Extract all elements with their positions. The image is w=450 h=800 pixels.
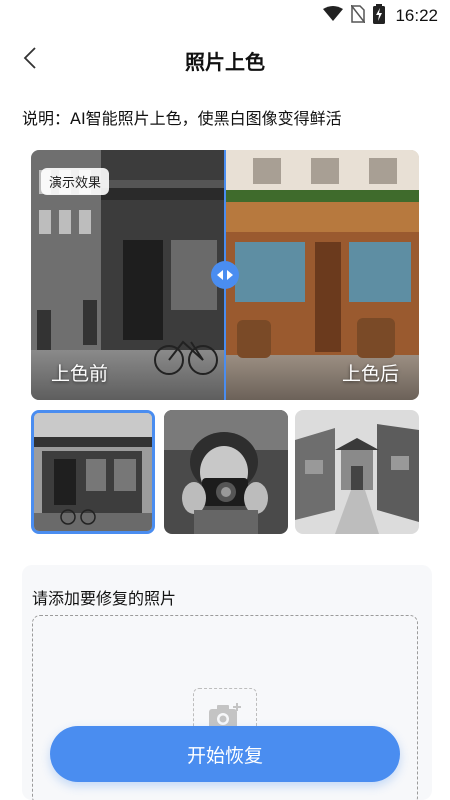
sample-thumb-street-corner[interactable] [31,410,155,534]
sample-thumb-old-town[interactable] [295,410,419,534]
drag-handle-icon [217,269,233,281]
wifi-icon [323,6,344,26]
compare-slider-handle[interactable] [211,261,239,289]
start-restore-button[interactable]: 开始恢复 [50,726,400,782]
sample-thumbnails [31,410,419,535]
status-time: 16:22 [395,6,438,25]
upload-title: 请添加要修复的照片 [32,589,177,608]
no-sim-icon [350,4,367,27]
after-label: 上色后 [341,363,399,385]
demo-badge: 演示效果 [41,168,110,195]
battery-charging-icon [373,4,386,28]
page-title: 照片上色 [185,50,265,74]
description-text: 说明：AI智能照片上色，使黑白图像变得鲜活 [22,109,342,128]
before-label: 上色前 [51,363,109,385]
sample-thumb-girl-camera[interactable] [164,410,288,534]
nav-bar: 照片上色 [0,36,450,84]
before-after-comparison[interactable]: 演示效果 上色前 上色后 [31,150,419,400]
status-bar: 16:22 [0,0,450,32]
